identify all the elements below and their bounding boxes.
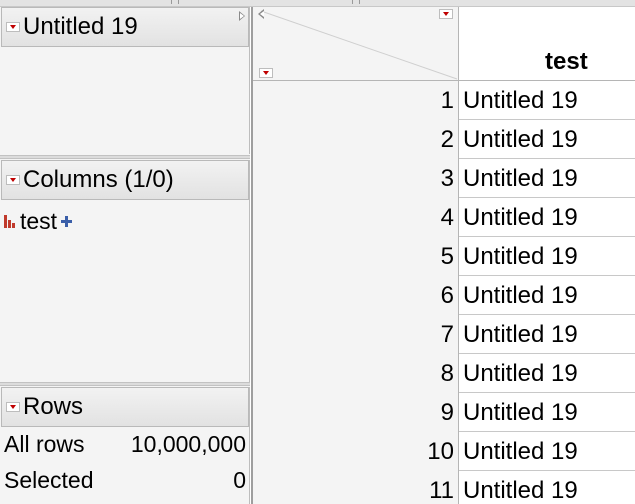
stat-value: 10,000,000: [130, 431, 246, 457]
continuous-column-icon: [4, 214, 15, 228]
cell-value[interactable]: Untitled 19: [463, 81, 578, 120]
cell-value[interactable]: Untitled 19: [463, 276, 578, 315]
cell-value[interactable]: Untitled 19: [463, 471, 578, 504]
row-number[interactable]: 3: [253, 159, 459, 198]
cell-value[interactable]: Untitled 19: [463, 393, 578, 432]
table-row[interactable]: 2 Untitled 19: [253, 120, 635, 159]
row-number[interactable]: 5: [253, 237, 459, 276]
column-name: test: [20, 207, 58, 234]
table-panel: Untitled 19: [0, 7, 250, 154]
rows-panel-header[interactable]: Rows: [1, 387, 249, 427]
red-triangle-menu-icon[interactable]: [6, 175, 20, 185]
stat-label: All rows: [4, 431, 85, 457]
red-triangle-menu-icon[interactable]: [6, 22, 20, 32]
column-list-item[interactable]: test: [4, 207, 73, 234]
columns-red-triangle-icon[interactable]: [439, 9, 453, 19]
data-grid: test 1 Untitled 19 2 Untitled 19 3 Untitled…: [251, 7, 635, 504]
stat-value: 0: [233, 467, 246, 493]
cell-value[interactable]: Untitled 19: [463, 432, 578, 471]
selected-rows-stat: Selected 0: [0, 467, 248, 497]
cell-value[interactable]: Untitled 19: [463, 120, 578, 159]
row-number[interactable]: 7: [253, 315, 459, 354]
table-row[interactable]: 4 Untitled 19: [253, 198, 635, 237]
column-header-test[interactable]: test: [459, 7, 635, 81]
expand-triangle-icon[interactable]: [239, 11, 245, 21]
panel-splitter[interactable]: [0, 382, 250, 386]
left-panels: Untitled 19 Columns (1/0) test Rows All: [0, 7, 250, 504]
table-row[interactable]: 5 Untitled 19: [253, 237, 635, 276]
table-name: Untitled 19: [23, 13, 138, 40]
columns-panel-title: Columns (1/0): [23, 166, 174, 193]
cell-value[interactable]: Untitled 19: [463, 315, 578, 354]
row-number[interactable]: 1: [253, 81, 459, 120]
splitter-grip-icon[interactable]: [351, 0, 360, 6]
cell-value[interactable]: Untitled 19: [463, 198, 578, 237]
row-number[interactable]: 4: [253, 198, 459, 237]
table-row[interactable]: 11 Untitled 19: [253, 471, 635, 504]
rows-panel: Rows All rows 10,000,000 Selected 0: [0, 387, 250, 504]
row-number[interactable]: 11: [253, 471, 459, 504]
splitter-grip-icon[interactable]: [170, 0, 179, 6]
table-row[interactable]: 7 Untitled 19: [253, 315, 635, 354]
table-row[interactable]: 3 Untitled 19: [253, 159, 635, 198]
red-triangle-menu-icon[interactable]: [6, 402, 20, 412]
corner-diagonal: [260, 10, 458, 80]
row-number[interactable]: 2: [253, 120, 459, 159]
row-number[interactable]: 6: [253, 276, 459, 315]
cell-value[interactable]: Untitled 19: [463, 159, 578, 198]
cell-value[interactable]: Untitled 19: [463, 354, 578, 393]
table-row[interactable]: 6 Untitled 19: [253, 276, 635, 315]
grid-corner[interactable]: [253, 7, 459, 81]
table-row[interactable]: 9 Untitled 19: [253, 393, 635, 432]
table-row[interactable]: 1 Untitled 19: [253, 81, 635, 120]
top-splitter-bar[interactable]: [0, 0, 635, 7]
row-number[interactable]: 9: [253, 393, 459, 432]
row-number[interactable]: 10: [253, 432, 459, 471]
columns-panel-header[interactable]: Columns (1/0): [1, 160, 249, 200]
panel-splitter[interactable]: [0, 155, 250, 159]
column-header-label: test: [545, 48, 588, 75]
rows-red-triangle-icon[interactable]: [259, 68, 273, 78]
table-row[interactable]: 8 Untitled 19: [253, 354, 635, 393]
collapse-arrow-icon[interactable]: [258, 9, 264, 19]
table-panel-header[interactable]: Untitled 19: [1, 7, 249, 47]
columns-panel: Columns (1/0) test: [0, 160, 250, 382]
stat-label: Selected: [4, 467, 94, 493]
all-rows-stat: All rows 10,000,000: [0, 431, 248, 461]
cell-value[interactable]: Untitled 19: [463, 237, 578, 276]
plus-icon[interactable]: [61, 215, 73, 227]
rows-panel-title: Rows: [23, 393, 84, 420]
table-row[interactable]: 10 Untitled 19: [253, 432, 635, 471]
row-number[interactable]: 8: [253, 354, 459, 393]
